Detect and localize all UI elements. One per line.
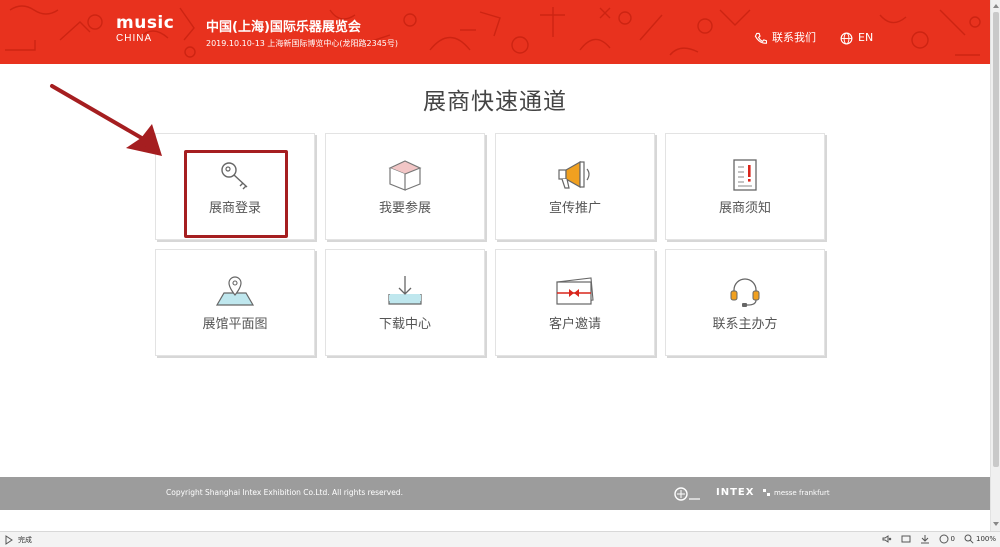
invitation-icon	[556, 277, 594, 305]
intex-logo: INTEX	[716, 487, 755, 498]
messe-frankfurt-text: messe frankfurt	[774, 488, 830, 497]
tile-label: 联系主办方	[712, 317, 778, 332]
zoom-control[interactable]: 100%	[964, 534, 996, 544]
headset-icon	[730, 278, 760, 307]
download-counter-icon	[939, 534, 949, 544]
contact-us-label: 联系我们	[772, 31, 816, 44]
contact-us-link[interactable]: 联系我们	[754, 31, 816, 45]
tile-customer-invitation[interactable]: 客户邀请	[495, 249, 655, 356]
messe-frankfurt-logo: messe frankfurt	[762, 488, 830, 497]
tile-contact-organizer[interactable]: 联系主办方	[665, 249, 825, 356]
logo-sub-text: CHINA	[116, 33, 153, 44]
browser-status-bar: 完成 0 100%	[0, 531, 1000, 547]
tile-exhibitor-notice[interactable]: 展商须知	[665, 133, 825, 240]
event-date-venue: 2019.10.10-13 上海新国际博览中心(龙阳路2345号)	[206, 39, 399, 48]
tile-floor-plan[interactable]: 展馆平面图	[155, 249, 315, 356]
map-icon	[215, 276, 255, 306]
tile-label: 客户邀请	[548, 317, 601, 332]
language-switch[interactable]: EN	[840, 31, 873, 45]
scroll-up-arrow-icon[interactable]	[992, 2, 1000, 10]
event-title: 中国(上海)国际乐器展览会	[206, 20, 361, 35]
download-icon	[388, 276, 422, 305]
tile-apply-to-exhibit[interactable]: 我要参展	[325, 133, 485, 240]
counter-value: 0	[950, 535, 955, 543]
zoom-icon	[964, 534, 974, 544]
sponsor-logo-icon	[674, 487, 700, 501]
music-china-logo[interactable]: music CHINA	[116, 14, 174, 46]
box-icon	[388, 160, 422, 191]
megaphone-icon	[558, 160, 590, 189]
status-text: 完成	[18, 536, 32, 544]
tile-promotion[interactable]: 宣传推广	[495, 133, 655, 240]
phone-icon	[754, 32, 767, 44]
vertical-scrollbar[interactable]	[990, 0, 1000, 531]
language-label: EN	[858, 31, 874, 44]
scroll-down-arrow-icon[interactable]	[992, 520, 1000, 528]
play-icon[interactable]	[4, 535, 14, 545]
logo-main-text: music	[116, 13, 175, 33]
status-left: 完成	[4, 535, 32, 545]
site-footer: Copyright Shanghai Intex Exhibition Co.L…	[0, 477, 990, 510]
save-icon[interactable]	[920, 534, 930, 544]
tile-label: 展馆平面图	[202, 317, 268, 332]
messe-frankfurt-mark-icon	[763, 489, 770, 496]
tile-label: 下载中心	[378, 317, 431, 332]
tile-label: 我要参展	[378, 201, 431, 216]
tile-download-center[interactable]: 下载中心	[325, 249, 485, 356]
highlight-box	[184, 150, 288, 238]
browser-page: music CHINA 中国(上海)国际乐器展览会 2019.10.10-13 …	[0, 0, 1000, 547]
notice-icon	[733, 159, 757, 191]
tile-label: 宣传推广	[548, 201, 601, 216]
copyright-text: Copyright Shanghai Intex Exhibition Co.L…	[166, 488, 403, 497]
status-right: 0 100%	[882, 534, 996, 544]
tile-label: 展商须知	[718, 201, 771, 216]
zoom-level: 100%	[975, 535, 996, 543]
site-header: music CHINA 中国(上海)国际乐器展览会 2019.10.10-13 …	[0, 0, 990, 64]
globe-icon	[840, 32, 853, 44]
scroll-thumb[interactable]	[993, 12, 999, 467]
status-counter[interactable]: 0	[939, 534, 955, 544]
mute-icon[interactable]	[882, 534, 892, 544]
annotation-arrow-icon	[50, 84, 162, 156]
window-icon[interactable]	[901, 534, 911, 544]
